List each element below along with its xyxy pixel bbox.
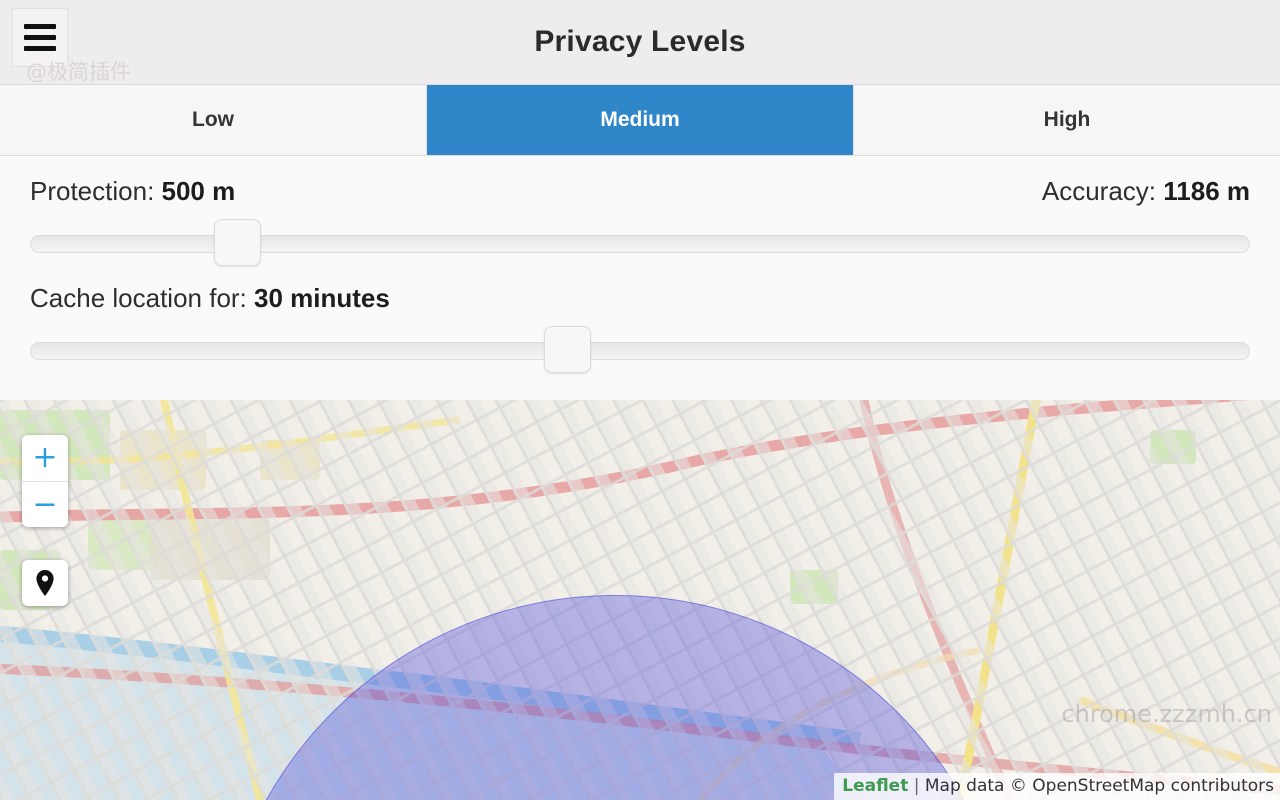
map-pin-icon [36, 570, 54, 596]
protection-label: Protection: 500 m [30, 176, 235, 207]
accuracy-value: 1186 m [1163, 176, 1250, 206]
accuracy-label: Accuracy: 1186 m [1042, 176, 1250, 207]
settings-controls: Protection: 500 m Accuracy: 1186 m Cache… [0, 156, 1280, 400]
cache-value: 30 minutes [254, 283, 390, 313]
hamburger-menu-icon [24, 35, 56, 40]
privacy-levels-app: Privacy Levels @极简插件 Low Medium High Pro… [0, 0, 1280, 800]
cache-slider-thumb[interactable] [543, 326, 591, 373]
hamburger-menu-button[interactable] [12, 8, 68, 67]
cache-row: Cache location for: 30 minutes [30, 269, 1250, 314]
cache-slider-track[interactable] [30, 342, 1250, 360]
cache-slider[interactable] [30, 326, 1250, 376]
hamburger-menu-icon [24, 24, 56, 29]
hamburger-menu-icon [24, 46, 56, 51]
cache-label: Cache location for: 30 minutes [30, 283, 390, 314]
zoom-in-button[interactable]: + [22, 435, 68, 481]
privacy-level-tabs: Low Medium High [0, 84, 1280, 156]
locate-me-button[interactable] [22, 560, 68, 606]
map-attribution: Leaflet | Map data © OpenStreetMap contr… [834, 773, 1280, 800]
protection-value: 500 m [161, 176, 236, 206]
protection-label-prefix: Protection: [30, 176, 162, 206]
tab-medium[interactable]: Medium [427, 85, 854, 155]
leaflet-link[interactable]: Leaflet [842, 776, 908, 796]
page-title: Privacy Levels [534, 25, 746, 58]
accuracy-label-prefix: Accuracy: [1041, 176, 1164, 206]
protection-accuracy-row: Protection: 500 m Accuracy: 1186 m [30, 156, 1250, 207]
attribution-text: Map data © OpenStreetMap contributors [924, 776, 1274, 796]
zoom-out-button[interactable]: − [22, 481, 68, 527]
map-zoom-controls: + − [22, 435, 68, 527]
app-header: Privacy Levels @极简插件 [0, 0, 1280, 84]
protection-slider-track[interactable] [30, 235, 1250, 253]
protection-slider[interactable] [30, 219, 1250, 269]
cache-label-prefix: Cache location for: [30, 283, 255, 313]
tab-low[interactable]: Low [0, 85, 427, 155]
protection-slider-thumb[interactable] [214, 219, 262, 266]
attribution-separator: | [908, 776, 925, 796]
leaflet-map[interactable]: 1er ArrondissementÉtienne Marcel3e Arron… [0, 400, 1280, 800]
tab-high[interactable]: High [854, 85, 1280, 155]
